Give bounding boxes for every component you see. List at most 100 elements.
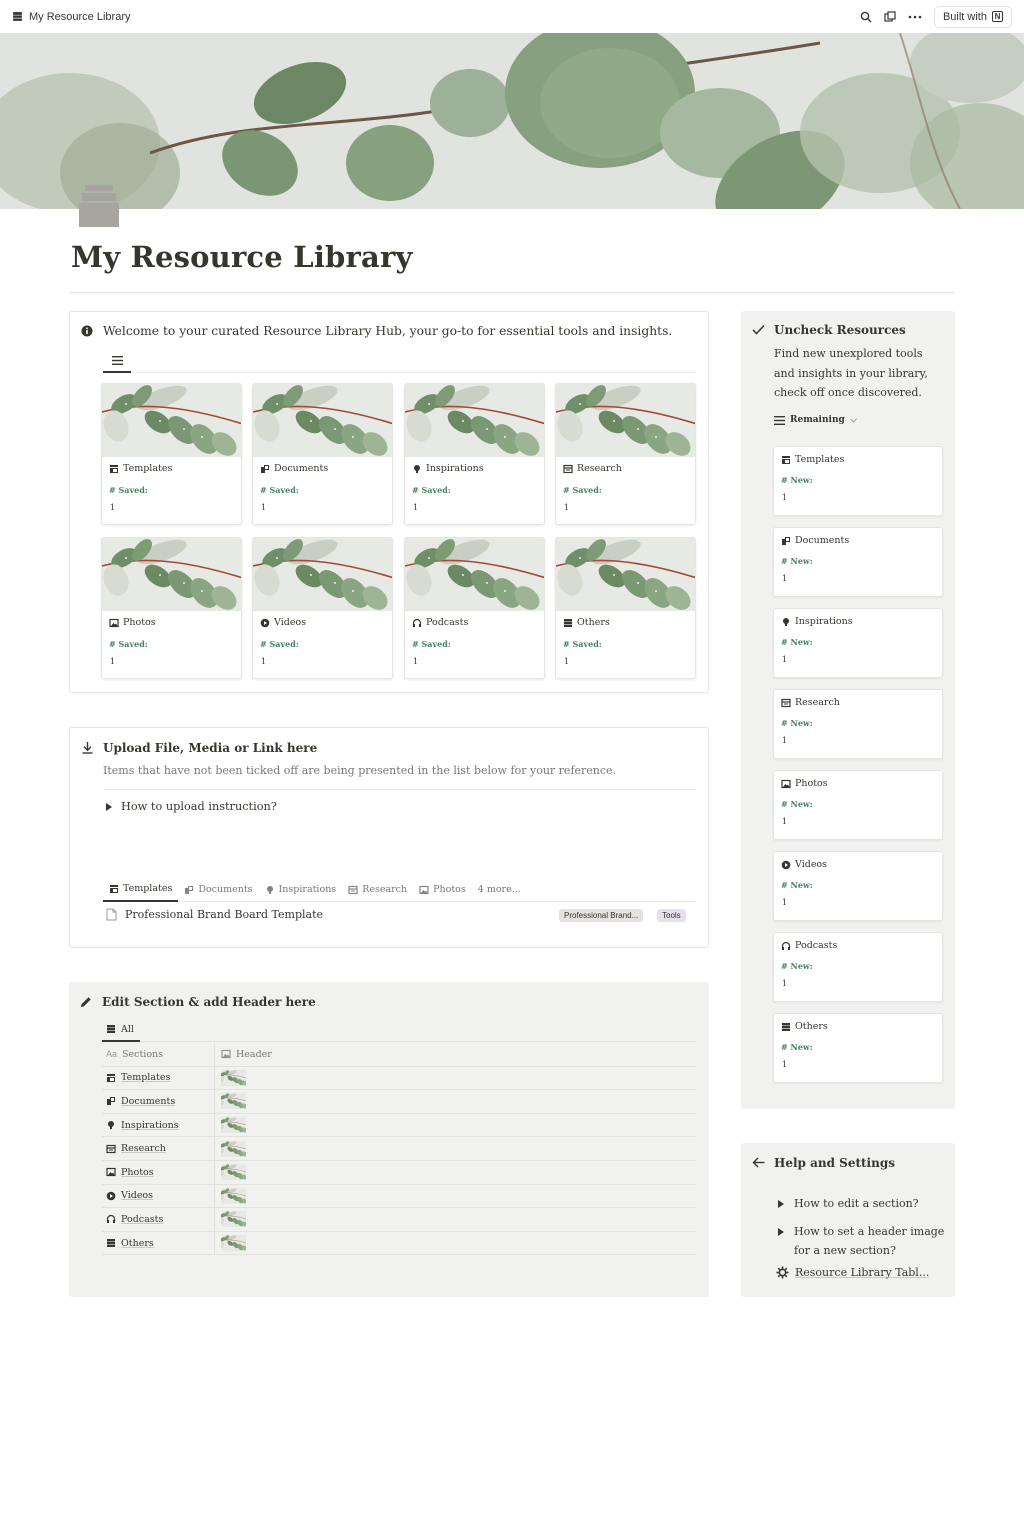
- remaining-view-selector[interactable]: Remaining: [774, 415, 857, 425]
- card-prop-label: New:: [790, 718, 813, 728]
- remaining-card-documents[interactable]: Documents # New: 1: [773, 527, 943, 597]
- text-type-icon: Aa: [106, 1049, 118, 1060]
- tab-label: Inspirations: [278, 884, 337, 895]
- card-prop-label: New:: [790, 637, 813, 647]
- row-title[interactable]: Podcasts: [121, 1214, 163, 1225]
- research-icon: [348, 885, 358, 895]
- notion-logo-icon: N: [992, 11, 1003, 22]
- tab-label: Documents: [198, 884, 253, 895]
- archive-icon: [563, 618, 573, 628]
- remaining-card-research[interactable]: Research # New: 1: [773, 689, 943, 759]
- tab-documents[interactable]: Documents: [178, 878, 258, 902]
- table-row[interactable]: Inspirations: [102, 1113, 696, 1138]
- header-thumbnail[interactable]: [221, 1069, 246, 1086]
- gallery-card-photos[interactable]: Photos # Saved: 1: [101, 537, 242, 679]
- page-archive-icon[interactable]: [79, 185, 119, 227]
- page-title: My Resource Library: [71, 240, 413, 274]
- card-prop-value: 1: [782, 655, 788, 664]
- more-icon[interactable]: [908, 11, 922, 23]
- templates-icon: [106, 1073, 116, 1083]
- column-header-sections[interactable]: Aa Sections: [102, 1043, 215, 1066]
- lightbulb-icon: [106, 1120, 116, 1130]
- row-title[interactable]: Inspirations: [121, 1120, 179, 1131]
- toggle-label-line1: How to set a header image: [794, 1225, 945, 1238]
- header-thumbnail[interactable]: [221, 1093, 246, 1110]
- help-toggle-header-image[interactable]: How to set a header image for a new secti…: [778, 1222, 944, 1260]
- header-thumbnail[interactable]: [221, 1164, 246, 1181]
- column-header-label: Header: [236, 1048, 272, 1060]
- row-title[interactable]: Others: [121, 1238, 154, 1249]
- row-title[interactable]: Videos: [121, 1190, 153, 1201]
- table-row[interactable]: Photos: [102, 1161, 696, 1185]
- table-row[interactable]: Podcasts: [102, 1208, 696, 1232]
- list-item[interactable]: Professional Brand Board Template: [106, 908, 323, 921]
- header-thumbnail[interactable]: [221, 1140, 246, 1157]
- play-icon: [781, 860, 791, 870]
- table-row[interactable]: Videos: [102, 1184, 696, 1209]
- archive-icon: [106, 1238, 116, 1248]
- row-title[interactable]: Documents: [121, 1096, 175, 1107]
- card-prop-value: 1: [782, 817, 788, 826]
- gallery-card-others[interactable]: Others # Saved: 1: [555, 537, 696, 679]
- card-title: Inspirations: [795, 616, 853, 627]
- gallery-card-templates[interactable]: Templates # Saved: 1: [101, 383, 242, 525]
- header-thumbnail[interactable]: [221, 1117, 246, 1134]
- toggle-label: How to upload instruction?: [121, 800, 277, 813]
- documents-icon: [781, 536, 791, 546]
- remaining-card-inspirations[interactable]: Inspirations # New: 1: [773, 608, 943, 678]
- card-cover-image: [405, 538, 544, 611]
- gallery-card-research[interactable]: Research # Saved: 1: [555, 383, 696, 525]
- table-row[interactable]: Templates: [102, 1066, 696, 1091]
- play-icon: [260, 618, 270, 628]
- table-row[interactable]: Others: [102, 1231, 696, 1256]
- card-cover-image: [253, 538, 392, 611]
- tab-more[interactable]: 4 more...: [472, 878, 527, 902]
- gallery-card-videos[interactable]: Videos # Saved: 1: [252, 537, 393, 679]
- tab-templates[interactable]: Templates: [103, 878, 179, 902]
- gallery-card-documents[interactable]: Documents # Saved: 1: [252, 383, 393, 525]
- top-bar: My Resource Library Built with N: [0, 0, 1024, 33]
- row-title[interactable]: Research: [121, 1143, 166, 1154]
- row-title[interactable]: Photos: [121, 1167, 154, 1178]
- gallery-card-inspirations[interactable]: Inspirations # Saved: 1: [404, 383, 545, 525]
- card-prop-value: 1: [413, 657, 419, 666]
- upload-instruction-toggle[interactable]: How to upload instruction?: [106, 800, 277, 813]
- tab-inspirations[interactable]: Inspirations: [259, 878, 343, 902]
- header-thumbnail[interactable]: [221, 1235, 246, 1252]
- built-with-button[interactable]: Built with N: [933, 5, 1012, 28]
- gallery-card-podcasts[interactable]: Podcasts # Saved: 1: [404, 537, 545, 679]
- card-prop-label: Saved:: [421, 639, 451, 649]
- card-prop-value: 1: [110, 657, 116, 666]
- row-title[interactable]: Templates: [121, 1072, 170, 1083]
- upload-description: Items that have not been ticked off are …: [103, 764, 617, 777]
- gallery-view-tab[interactable]: [103, 349, 131, 373]
- remaining-card-templates[interactable]: Templates # New: 1: [773, 446, 943, 516]
- toggle-triangle-icon: [106, 802, 112, 811]
- remaining-card-podcasts[interactable]: Podcasts # New: 1: [773, 932, 943, 1002]
- tab-research[interactable]: Research: [342, 878, 413, 902]
- header-thumbnail[interactable]: [221, 1187, 246, 1204]
- resource-library-table-link[interactable]: Resource Library Tabl...: [776, 1266, 929, 1279]
- column-header-header[interactable]: Header: [215, 1049, 272, 1060]
- card-prop-label: New:: [790, 1042, 813, 1052]
- tab-label: Photos: [433, 884, 466, 895]
- tab-photos[interactable]: Photos: [413, 878, 472, 902]
- search-icon[interactable]: [860, 11, 872, 23]
- remaining-card-photos[interactable]: Photos # New: 1: [773, 770, 943, 840]
- duplicate-icon[interactable]: [884, 10, 896, 23]
- headphones-icon: [106, 1214, 116, 1224]
- page-icon: [106, 908, 117, 921]
- remaining-card-others[interactable]: Others # New: 1: [773, 1013, 943, 1083]
- welcome-callout: Welcome to your curated Resource Library…: [69, 311, 709, 693]
- card-title: Documents: [795, 535, 850, 546]
- tab-all[interactable]: All: [102, 1018, 140, 1042]
- card-title: Research: [577, 463, 622, 474]
- breadcrumb[interactable]: My Resource Library: [12, 11, 130, 23]
- header-thumbnail[interactable]: [221, 1211, 246, 1228]
- table-row[interactable]: Documents: [102, 1090, 696, 1114]
- help-toggle-edit-section[interactable]: How to edit a section?: [778, 1197, 919, 1210]
- remaining-card-videos[interactable]: Videos # New: 1: [773, 851, 943, 921]
- card-prop-value: 1: [261, 503, 267, 512]
- table-row[interactable]: Research: [102, 1137, 696, 1161]
- card-prop-value: 1: [782, 979, 788, 988]
